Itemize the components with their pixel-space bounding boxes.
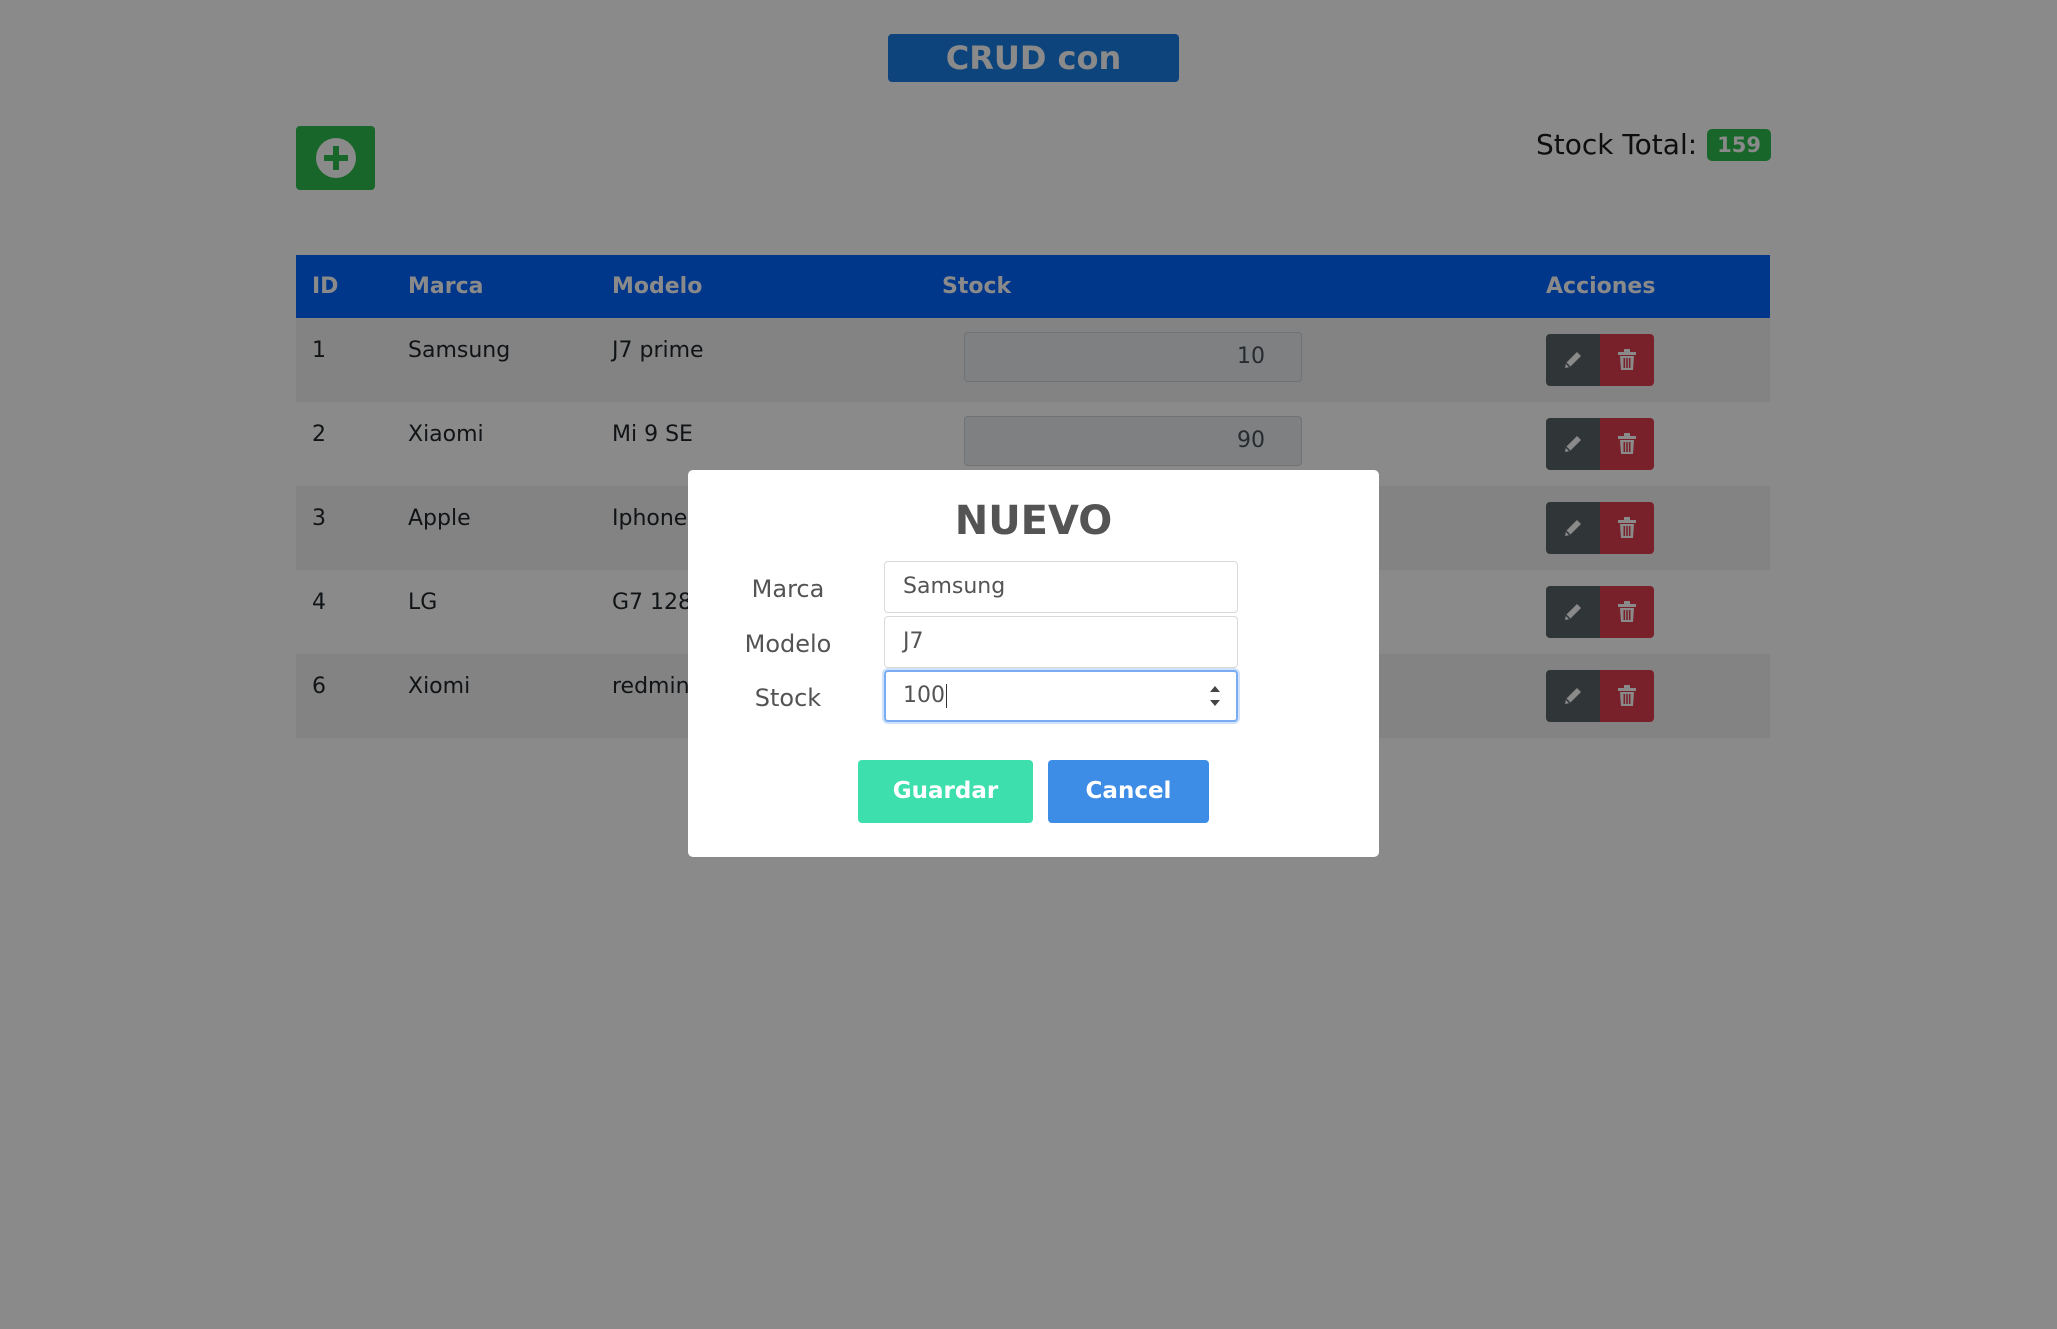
- marca-input[interactable]: Samsung: [884, 561, 1238, 613]
- modal-title: NUEVO: [954, 498, 1113, 544]
- marca-label: Marca: [751, 575, 825, 603]
- page: CRUD con VUE.JS Stock Total: 159 ID Marc…: [0, 0, 2057, 1329]
- modelo-label: Modelo: [744, 630, 832, 658]
- stock-label: Stock: [754, 684, 822, 712]
- stock-input-value: 100: [903, 683, 945, 708]
- text-caret: [946, 684, 947, 708]
- cancel-button[interactable]: Cancel: [1048, 760, 1209, 823]
- save-button[interactable]: Guardar: [858, 760, 1033, 823]
- number-spinner-icon[interactable]: [1210, 686, 1220, 706]
- new-item-modal: NUEVO Marca Samsung Modelo J7 Stock 100 …: [688, 470, 1379, 857]
- stock-number-input[interactable]: 100: [884, 670, 1238, 722]
- modelo-input[interactable]: J7: [884, 616, 1238, 668]
